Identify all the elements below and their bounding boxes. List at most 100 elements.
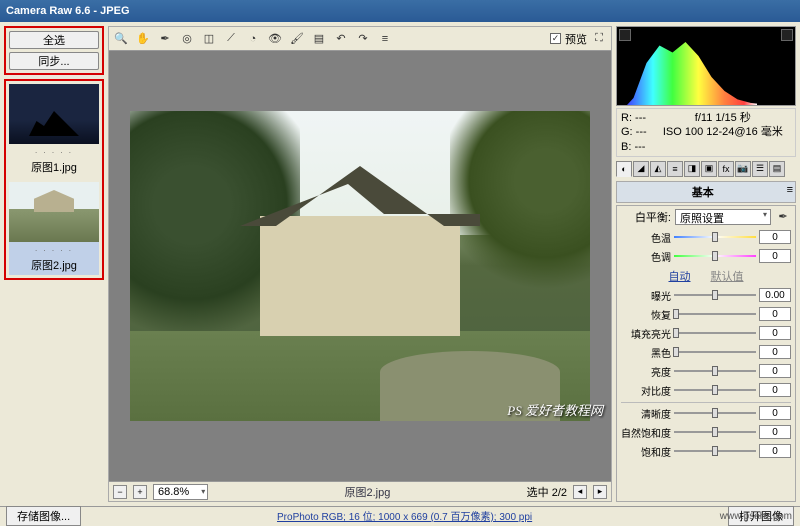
black-value[interactable] — [759, 345, 791, 359]
preview-image — [130, 111, 590, 421]
zoom-in-button[interactable]: + — [133, 485, 147, 499]
recovery-slider[interactable] — [674, 307, 756, 321]
zoom-value: 68.8% — [158, 486, 189, 498]
left-column: 全选 同步... . . . . . 原图1.jpg . . . . . 原图2… — [4, 26, 104, 502]
contrast-label: 对比度 — [621, 383, 671, 398]
zoom-tool-icon[interactable]: 🔍 — [113, 31, 129, 47]
tint-label: 色调 — [621, 249, 671, 264]
tab-hsl[interactable]: ≡ — [667, 161, 683, 177]
tab-split[interactable]: ◨ — [684, 161, 700, 177]
clarity-slider[interactable] — [674, 406, 756, 420]
fill-value[interactable] — [759, 326, 791, 340]
sat-label: 饱和度 — [621, 444, 671, 459]
rotate-ccw-icon[interactable]: ↶ — [333, 31, 349, 47]
clarity-value[interactable] — [759, 406, 791, 420]
adjustment-brush-icon[interactable]: 🖌 — [289, 31, 305, 47]
temp-slider[interactable] — [674, 230, 756, 244]
vibrance-value[interactable] — [759, 425, 791, 439]
info-g: G: --- — [621, 125, 647, 139]
info-r: R: --- — [621, 111, 647, 125]
prefs-icon[interactable]: ≡ — [377, 31, 393, 47]
tab-lens[interactable]: ▣ — [701, 161, 717, 177]
thumbnail-item[interactable]: . . . . . 原图1.jpg — [9, 84, 99, 177]
save-image-button[interactable]: 存储图像... — [6, 506, 81, 526]
bright-value[interactable] — [759, 364, 791, 378]
thumbnail-label: 原图1.jpg — [9, 157, 99, 177]
highlight-clip-icon[interactable] — [781, 29, 793, 41]
thumbnail-image — [9, 182, 99, 242]
right-column: R: --- G: --- B: --- f/11 1/15 秒 ISO 100… — [616, 26, 796, 502]
fullscreen-icon[interactable]: ⛶ — [591, 31, 607, 47]
color-sampler-icon[interactable]: ◎ — [179, 31, 195, 47]
temp-value[interactable] — [759, 230, 791, 244]
thumbnail-item[interactable]: . . . . . 原图2.jpg — [9, 182, 99, 275]
zoom-out-button[interactable]: − — [113, 485, 127, 499]
selection-counter: 选中 2/2 — [527, 484, 567, 500]
select-all-label: 全选 — [43, 32, 65, 48]
tint-value[interactable] — [759, 249, 791, 263]
preview-area[interactable]: PS 爱好者教程网 — [109, 51, 611, 481]
workflow-link[interactable]: ProPhoto RGB; 16 位; 1000 x 669 (0.7 百万像素… — [81, 508, 728, 523]
contrast-slider[interactable] — [674, 383, 756, 397]
basic-panel: 白平衡: 原照设置 ✒ 色温 色调 自动默认值 曝光 恢复 填充亮光 黑色 亮度… — [616, 205, 796, 502]
tab-snapshots[interactable]: ▤ — [769, 161, 785, 177]
tab-presets[interactable]: ☰ — [752, 161, 768, 177]
tint-slider[interactable] — [674, 249, 756, 263]
fill-slider[interactable] — [674, 326, 756, 340]
straighten-icon[interactable]: ⟋ — [223, 31, 239, 47]
clarity-label: 清晰度 — [621, 406, 671, 421]
panel-menu-icon[interactable]: ≡ — [787, 184, 793, 196]
thumbnail-rating[interactable]: . . . . . — [9, 144, 99, 157]
tab-detail[interactable]: ◭ — [650, 161, 666, 177]
filename-display: 原图2.jpg — [214, 484, 520, 500]
sat-value[interactable] — [759, 444, 791, 458]
panel-title: 基本 ≡ — [616, 181, 796, 203]
status-bar: − + 68.8% 原图2.jpg 选中 2/2 ◂ ▸ — [109, 481, 611, 501]
crop-icon[interactable]: ◫ — [201, 31, 217, 47]
rotate-cw-icon[interactable]: ↷ — [355, 31, 371, 47]
next-image-button[interactable]: ▸ — [593, 485, 607, 499]
preview-checkbox[interactable]: ✓ — [550, 33, 561, 44]
hand-tool-icon[interactable]: ✋ — [135, 31, 151, 47]
graduated-filter-icon[interactable]: ▤ — [311, 31, 327, 47]
histogram[interactable] — [616, 26, 796, 106]
info-iso: ISO 100 12-24@16 毫米 — [655, 125, 791, 139]
watermark-url: www.psahz.com — [720, 511, 792, 522]
exposure-value[interactable] — [759, 288, 791, 302]
tab-camera[interactable]: 📷 — [735, 161, 751, 177]
wb-select[interactable]: 原照设置 — [675, 209, 771, 225]
sync-button[interactable]: 同步... — [9, 52, 99, 70]
bright-slider[interactable] — [674, 364, 756, 378]
zoom-select[interactable]: 68.8% — [153, 484, 208, 500]
select-all-button[interactable]: 全选 — [9, 31, 99, 49]
black-slider[interactable] — [674, 345, 756, 359]
auto-link[interactable]: 自动 — [669, 268, 691, 284]
spot-removal-icon[interactable]: ◔ — [245, 31, 261, 47]
sat-slider[interactable] — [674, 444, 756, 458]
panel-tabs: ◐ ◢ ◭ ≡ ◨ ▣ fx 📷 ☰ ▤ — [616, 159, 796, 179]
tab-basic[interactable]: ◐ — [616, 161, 632, 177]
shadow-clip-icon[interactable] — [619, 29, 631, 41]
thumbnail-rating[interactable]: . . . . . — [9, 242, 99, 255]
thumbnail-strip: . . . . . 原图1.jpg . . . . . 原图2.jpg — [4, 79, 104, 280]
main-area: 全选 同步... . . . . . 原图1.jpg . . . . . 原图2… — [0, 22, 800, 506]
wb-eyedropper-icon[interactable]: ✒ — [775, 209, 791, 225]
prev-image-button[interactable]: ◂ — [573, 485, 587, 499]
vibrance-slider[interactable] — [674, 425, 756, 439]
watermark-text: PS 爱好者教程网 — [507, 400, 603, 419]
redeye-icon[interactable]: 👁 — [267, 31, 283, 47]
center-column: 🔍 ✋ ✒ ◎ ◫ ⟋ ◔ 👁 🖌 ▤ ↶ ↷ ≡ ✓ 预览 ⛶ — [108, 26, 612, 502]
app-title: Camera Raw 6.6 - JPEG — [6, 5, 130, 17]
contrast-value[interactable] — [759, 383, 791, 397]
default-link[interactable]: 默认值 — [711, 268, 744, 284]
eyedropper-icon[interactable]: ✒ — [157, 31, 173, 47]
recovery-value[interactable] — [759, 307, 791, 321]
exposure-slider[interactable] — [674, 288, 756, 302]
left-button-group: 全选 同步... — [4, 26, 104, 75]
info-aperture: f/11 1/15 秒 — [655, 111, 791, 125]
tab-curve[interactable]: ◢ — [633, 161, 649, 177]
fill-label: 填充亮光 — [621, 326, 671, 341]
thumbnail-label: 原图2.jpg — [9, 255, 99, 275]
tab-fx[interactable]: fx — [718, 161, 734, 177]
black-label: 黑色 — [621, 345, 671, 360]
